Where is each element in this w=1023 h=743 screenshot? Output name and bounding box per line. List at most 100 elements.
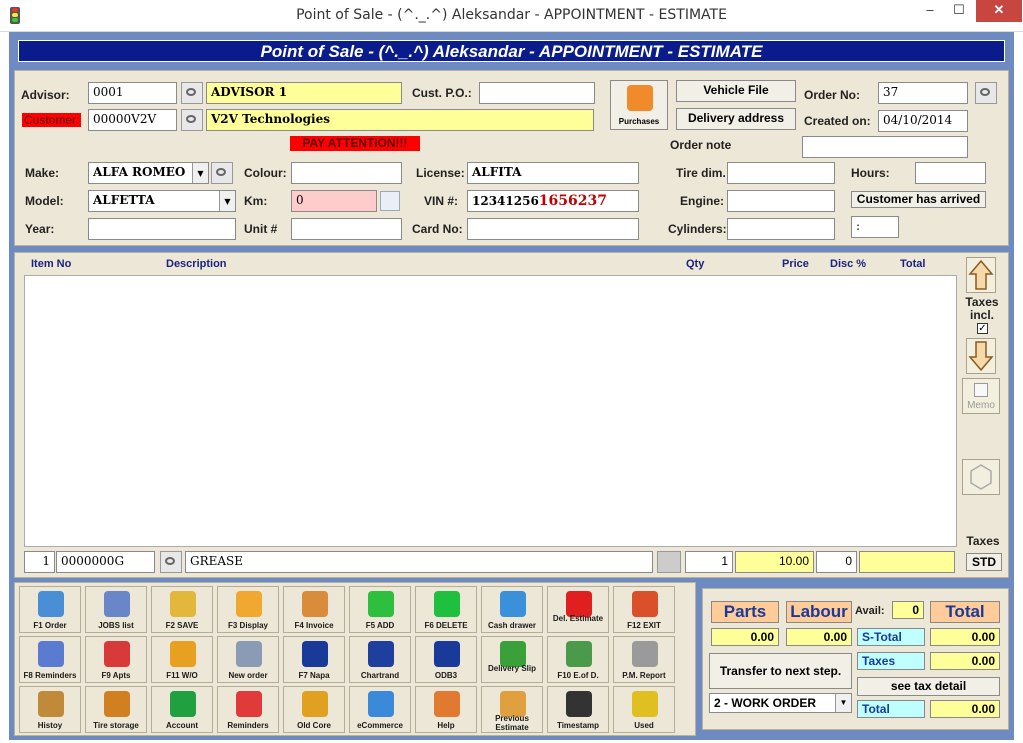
tire-dim-field[interactable] <box>727 162 835 184</box>
exit-icon <box>632 591 658 617</box>
col-item-no: Item No <box>31 258 72 270</box>
move-up-button[interactable] <box>966 257 996 293</box>
close-button[interactable]: ✕ <box>976 0 1022 22</box>
unit-field[interactable] <box>291 218 402 240</box>
del-estimate-button[interactable]: Del. Estimate <box>547 586 609 633</box>
help-button[interactable]: Help <box>415 686 477 733</box>
memo-button[interactable]: Memo <box>962 378 1000 414</box>
f9-apts-button[interactable]: F9 Apts <box>85 636 147 683</box>
minimize-button[interactable]: – <box>915 0 945 22</box>
new-order-button[interactable]: New order <box>217 636 279 683</box>
engine-field[interactable] <box>727 190 835 212</box>
end-of-day-icon <box>566 641 592 667</box>
odb3-button[interactable]: ODB3 <box>415 636 477 683</box>
advisor-name-field[interactable]: ADVISOR 1 <box>206 82 402 104</box>
tire-icon[interactable] <box>657 551 681 573</box>
make-lookup-button[interactable] <box>211 162 233 184</box>
vin-field[interactable]: 123412561656237 <box>467 190 639 212</box>
jobs-list-button[interactable]: JOBS list <box>85 586 147 633</box>
delivery-address-button[interactable]: Delivery address <box>676 108 796 130</box>
taxes-total-label: Taxes <box>857 652 925 670</box>
order-note-field[interactable] <box>802 136 968 158</box>
f8-reminders-button[interactable]: F8 Reminders <box>19 636 81 683</box>
license-field[interactable]: ALFITA <box>467 162 639 184</box>
cash-drawer-button[interactable]: Cash drawer <box>481 586 543 633</box>
entry-item-lookup-button[interactable] <box>160 551 182 573</box>
km-field[interactable]: 0 <box>291 190 377 212</box>
maximize-button[interactable]: ☐ <box>944 0 974 22</box>
parts-header: Parts <box>711 601 779 623</box>
chevron-down-icon: ▼ <box>835 694 851 712</box>
km-button[interactable] <box>380 191 400 211</box>
f3-display-button[interactable]: F3 Display <box>217 586 279 633</box>
f2-save-button[interactable]: F2 SAVE <box>151 586 213 633</box>
f12-exit-button[interactable]: F12 EXIT <box>613 586 675 633</box>
used-button[interactable]: Used <box>613 686 675 733</box>
move-down-button[interactable] <box>966 338 996 374</box>
entry-item-no-field[interactable]: 0000000G <box>56 551 155 573</box>
entry-line-number: 1 <box>24 551 55 573</box>
purchases-button[interactable]: Purchases <box>610 80 668 130</box>
timestamp-button[interactable]: Timestamp <box>547 686 609 733</box>
vehicle-file-button[interactable]: Vehicle File <box>676 80 796 102</box>
customer-lookup-button[interactable] <box>181 109 203 131</box>
delivery-slip-button[interactable]: Delivery Slip <box>481 636 543 683</box>
tool-label: Del. Estimate <box>552 614 604 623</box>
old-core-button[interactable]: Old Core <box>283 686 345 733</box>
core-icon <box>302 691 328 717</box>
make-select[interactable]: ALFA ROMEO ▼ <box>88 162 209 184</box>
items-table-header: Item No Description Qty Price Disc % Tot… <box>24 256 957 274</box>
window-title: Point of Sale - (^._.^) Aleksandar - APP… <box>296 7 727 23</box>
customer-code-field[interactable]: 00000V2V <box>88 109 177 131</box>
order-no-field[interactable]: 37 <box>878 82 968 104</box>
cylinders-field[interactable] <box>727 218 835 240</box>
f10-e-of-d-button[interactable]: F10 E.of D. <box>547 636 609 683</box>
hex-button[interactable] <box>962 459 1000 495</box>
customer-arrived-button[interactable]: Customer has arrived <box>851 191 986 208</box>
std-button[interactable]: STD <box>966 553 1002 571</box>
tool-label: F12 EXIT <box>627 621 661 630</box>
memo-label: Memo <box>967 400 995 411</box>
used-car-icon <box>632 691 658 717</box>
f7-napa-button[interactable]: F7 Napa <box>283 636 345 683</box>
histoy-button[interactable]: Histoy <box>19 686 81 733</box>
see-tax-detail-button[interactable]: see tax detail <box>857 677 1000 696</box>
f5-add-button[interactable]: F5 ADD <box>349 586 411 633</box>
tool-label: F1 Order <box>33 621 67 630</box>
account-button[interactable]: Account <box>151 686 213 733</box>
tool-label: Old Core <box>297 721 331 730</box>
f11-w-o-button[interactable]: F11 W/O <box>151 636 213 683</box>
cust-po-field[interactable] <box>479 82 595 104</box>
created-on-field[interactable]: 04/10/2014 <box>878 110 968 132</box>
f1-order-button[interactable]: F1 Order <box>19 586 81 633</box>
model-select[interactable]: ALFETTA ▼ <box>88 190 236 212</box>
arrival-time-field[interactable]: : <box>851 216 899 238</box>
cust-po-label: Cust. P.O.: <box>412 86 472 100</box>
customer-name-field[interactable]: V2V Technologies <box>206 109 594 131</box>
step-select[interactable]: 2 - WORK ORDER ▼ <box>709 693 852 713</box>
customer-label: Customer: <box>22 113 82 127</box>
reminders-button[interactable]: Reminders <box>217 686 279 733</box>
previous-estimate-button[interactable]: Previous Estimate <box>481 686 543 733</box>
chartrand-button[interactable]: Chartrand <box>349 636 411 683</box>
transfer-next-step-button[interactable]: Transfer to next step. <box>709 653 852 689</box>
tire-storage-button[interactable]: Tire storage <box>85 686 147 733</box>
f6-delete-button[interactable]: F6 DELETE <box>415 586 477 633</box>
entry-price-field[interactable]: 10.00 <box>735 551 814 573</box>
entry-description-field[interactable]: GREASE <box>185 551 653 573</box>
hours-field[interactable] <box>915 162 986 184</box>
advisor-lookup-button[interactable] <box>181 82 203 104</box>
card-field[interactable] <box>467 218 639 240</box>
items-table-body[interactable] <box>24 275 957 547</box>
colour-field[interactable] <box>291 162 402 184</box>
advisor-code-field[interactable]: 0001 <box>88 82 177 104</box>
taxes-incl-checkbox[interactable]: ✓ <box>977 323 988 334</box>
entry-qty-field[interactable]: 1 <box>685 551 733 573</box>
entry-disc-field[interactable]: 0 <box>816 551 857 573</box>
f4-invoice-button[interactable]: F4 Invoice <box>283 586 345 633</box>
ecommerce-button[interactable]: eCommerce <box>349 686 411 733</box>
year-field[interactable] <box>88 218 236 240</box>
order-lookup-button[interactable] <box>975 82 997 104</box>
p-m-report-button[interactable]: P.M. Report <box>613 636 675 683</box>
tool-label: F9 Apts <box>101 671 131 680</box>
